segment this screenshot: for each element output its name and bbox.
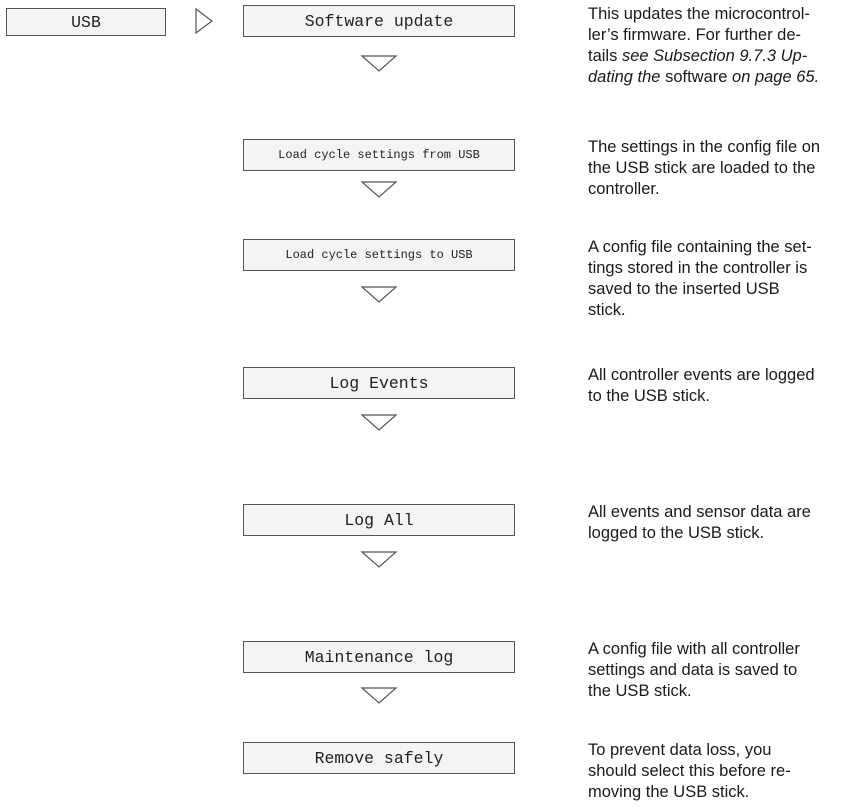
down-arrow-icon xyxy=(359,180,399,200)
right-arrow-icon xyxy=(194,7,214,35)
remove-safely-description: To prevent data loss, you should select … xyxy=(588,741,791,801)
log-events-description: All controller events are logged to the … xyxy=(588,366,815,405)
usb-menu-label: USB xyxy=(71,12,101,32)
remove-safely-box: Remove safely xyxy=(243,742,515,774)
maintenance-log-label: Maintenance log xyxy=(304,647,454,667)
down-arrow-icon xyxy=(359,285,399,305)
down-arrow-icon xyxy=(359,54,399,74)
log-all-box: Log All xyxy=(243,504,515,536)
software-update-box: Software update xyxy=(243,5,515,37)
log-events-box: Log Events xyxy=(243,367,515,399)
load-from-usb-description: The settings in the config file on the U… xyxy=(588,138,821,198)
load-from-usb-box: Load cycle settings from USB xyxy=(243,139,515,171)
maintenance-log-description: A config file with all controller settin… xyxy=(588,640,800,700)
load-to-usb-label: Load cycle settings to USB xyxy=(285,248,473,262)
down-arrow-icon xyxy=(359,550,399,570)
software-update-description: This updates the microcontrol- ler’s fir… xyxy=(588,5,820,86)
load-to-usb-description: A config file containing the set- tings … xyxy=(588,238,812,319)
remove-safely-label: Remove safely xyxy=(314,748,444,768)
log-events-label: Log Events xyxy=(329,373,429,393)
log-all-description: All events and sensor data are logged to… xyxy=(588,503,811,542)
log-all-label: Log All xyxy=(344,510,414,530)
usb-menu-box: USB xyxy=(6,8,166,36)
down-arrow-icon xyxy=(359,686,399,706)
load-from-usb-label: Load cycle settings from USB xyxy=(278,148,480,162)
maintenance-log-box: Maintenance log xyxy=(243,641,515,673)
software-update-label: Software update xyxy=(304,11,454,31)
down-arrow-icon xyxy=(359,413,399,433)
load-to-usb-box: Load cycle settings to USB xyxy=(243,239,515,271)
